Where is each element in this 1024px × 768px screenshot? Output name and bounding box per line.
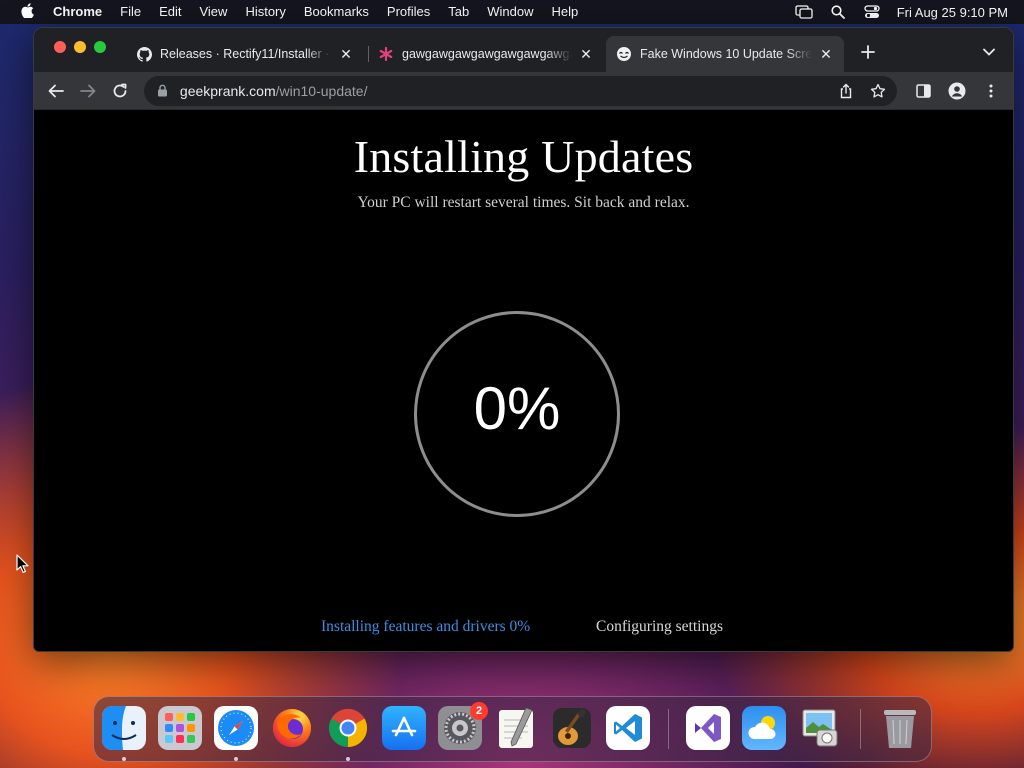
url-host: geekprank.com (179, 82, 276, 99)
preview-icon[interactable] (798, 706, 842, 750)
trash-icon[interactable] (878, 706, 922, 750)
screen-mirroring-icon[interactable] (795, 5, 813, 19)
forward-arrow-icon[interactable] (74, 77, 102, 105)
spotlight-search-icon[interactable] (829, 5, 847, 19)
control-center-icon[interactable] (863, 5, 881, 19)
tab-fake-windows-update[interactable]: Fake Windows 10 Update Screen Prank ✕ (606, 36, 844, 72)
window-controls (54, 41, 106, 53)
tab-title: Releases · Rectify11/Installer · GitHub (160, 47, 332, 61)
weather-icon[interactable] (742, 706, 786, 750)
menu-view[interactable]: View (190, 0, 236, 24)
browser-toolbar: geekprank.com/win10-update/ (34, 72, 1013, 110)
chrome-icon[interactable] (326, 706, 370, 750)
running-indicator (346, 757, 350, 761)
page-title: Installing Updates (353, 131, 694, 182)
browser-window: Releases · Rectify11/Installer · GitHub … (33, 27, 1014, 652)
menu-profiles[interactable]: Profiles (378, 0, 439, 24)
app-store-icon[interactable] (382, 706, 426, 750)
finder-icon[interactable] (102, 706, 146, 750)
menu-bar-clock[interactable]: Fri Aug 25 9:10 PM (897, 5, 1008, 20)
tab-gawgaw[interactable]: gawgawgawgawgawgawgawgawgawgawgawgaw ✕ (368, 36, 604, 72)
window-close-button[interactable] (54, 41, 66, 53)
share-icon[interactable] (837, 82, 855, 100)
window-minimize-button[interactable] (74, 41, 86, 53)
progress-percent: 0% (473, 374, 561, 442)
menu-edit[interactable]: Edit (150, 0, 190, 24)
asterisk-icon (378, 46, 394, 62)
close-tab-icon[interactable]: ✕ (338, 46, 354, 62)
running-indicator (234, 757, 238, 761)
tab-title: gawgawgawgawgawgawgawgawgawgawgawgaw (402, 47, 572, 61)
menu-tab[interactable]: Tab (439, 0, 478, 24)
menu-help[interactable]: Help (543, 0, 588, 24)
side-panel-icon[interactable] (909, 77, 937, 105)
close-tab-icon[interactable]: ✕ (578, 46, 594, 62)
lock-icon[interactable] (156, 84, 170, 98)
menu-history[interactable]: History (236, 0, 294, 24)
page-subtitle: Your PC will restart several times. Sit … (357, 194, 690, 211)
tab-github-releases[interactable]: Releases · Rectify11/Installer · GitHub … (126, 36, 364, 72)
notification-badge: 2 (470, 702, 488, 720)
dock: 2 (93, 696, 932, 762)
visual-studio-icon[interactable] (686, 706, 730, 750)
textedit-icon[interactable] (494, 706, 538, 750)
bookmark-star-icon[interactable] (869, 82, 887, 100)
mouse-cursor-icon (16, 554, 30, 574)
firefox-icon[interactable] (270, 706, 314, 750)
dock-separator (668, 709, 669, 749)
safari-icon[interactable] (214, 706, 258, 750)
status-current-step: Installing features and drivers 0% (321, 618, 531, 635)
running-indicator (122, 757, 126, 761)
close-tab-icon[interactable]: ✕ (818, 46, 834, 62)
address-bar[interactable]: geekprank.com/win10-update/ (143, 75, 898, 106)
tab-strip: Releases · Rectify11/Installer · GitHub … (34, 28, 1013, 72)
menu-file[interactable]: File (111, 0, 150, 24)
vscode-icon[interactable] (606, 706, 650, 750)
more-menu-icon[interactable] (977, 77, 1005, 105)
window-zoom-button[interactable] (94, 41, 106, 53)
launchpad-icon[interactable] (158, 706, 202, 750)
menu-chrome[interactable]: Chrome (44, 0, 111, 24)
geekprank-icon (616, 46, 632, 62)
reload-icon[interactable] (106, 77, 134, 105)
dock-separator (860, 709, 861, 749)
garageband-icon[interactable] (550, 706, 594, 750)
new-tab-button[interactable] (856, 40, 880, 64)
chevron-down-icon[interactable] (979, 42, 999, 62)
status-next-step: Configuring settings (596, 618, 724, 635)
github-icon (136, 46, 152, 62)
back-arrow-icon[interactable] (42, 77, 70, 105)
menu-window[interactable]: Window (478, 0, 542, 24)
menu-bookmarks[interactable]: Bookmarks (295, 0, 378, 24)
update-screen[interactable]: Installing Updates Your PC will restart … (34, 110, 1013, 651)
menu-bar: Chrome File Edit View History Bookmarks … (0, 0, 1024, 24)
progress-ring: 0% (414, 311, 620, 517)
profile-avatar-icon[interactable] (943, 77, 971, 105)
tab-title: Fake Windows 10 Update Screen Prank (640, 47, 812, 61)
apple-logo-icon[interactable] (16, 3, 38, 21)
url-path: /win10-update/ (275, 82, 368, 99)
